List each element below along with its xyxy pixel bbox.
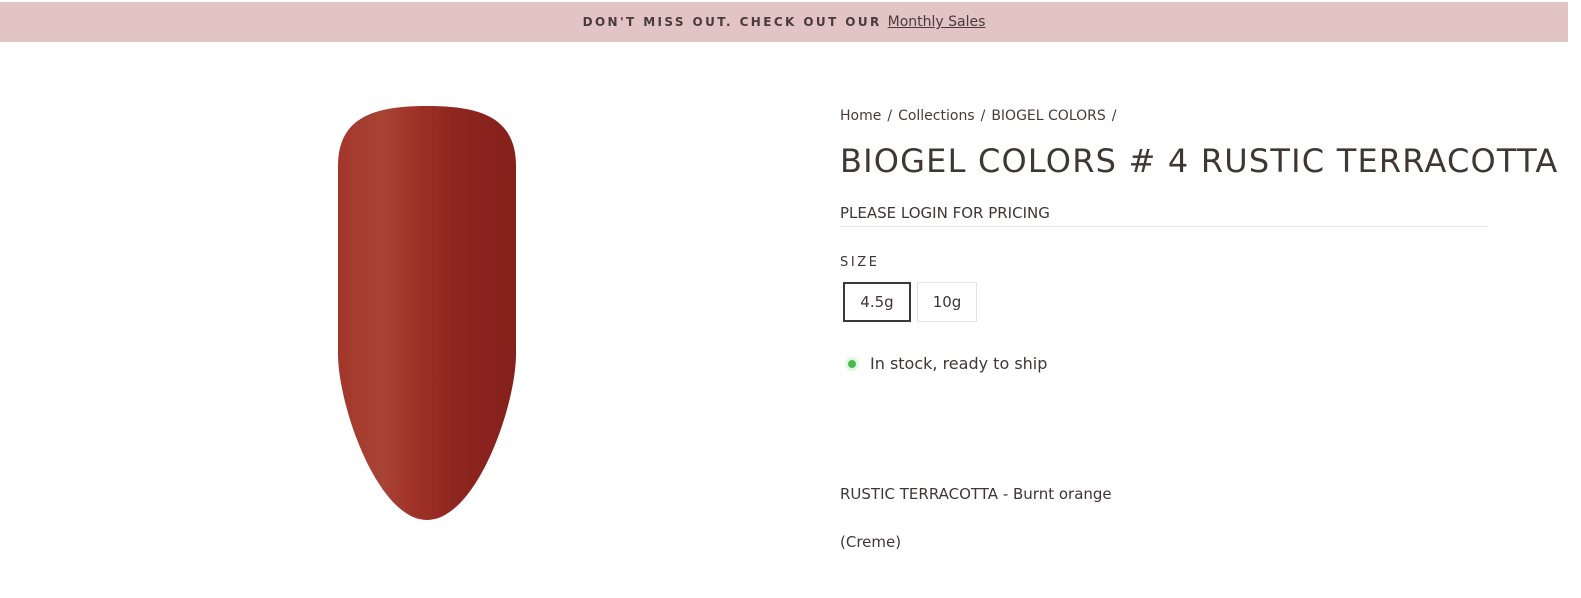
product-description: RUSTIC TERRACOTTA - Burnt orange	[840, 485, 1112, 503]
stock-text: In stock, ready to ship	[870, 354, 1048, 373]
size-options: 4.5g 10g	[840, 282, 1490, 322]
breadcrumb-separator: /	[887, 108, 893, 124]
breadcrumb-separator: /	[1111, 108, 1117, 124]
size-label: SIZE	[840, 255, 880, 270]
login-pricing-notice: PLEASE LOGIN FOR PRICING	[840, 204, 1488, 227]
breadcrumb-collections[interactable]: Collections	[898, 108, 975, 124]
monthly-sales-link[interactable]: Monthly Sales	[888, 14, 986, 30]
product-title: BIOGEL COLORS # 4 RUSTIC TERRACOTTA	[840, 142, 1559, 180]
announcement-bar: DON'T MISS OUT. CHECK OUT OUR Monthly Sa…	[0, 2, 1568, 42]
size-option-10g[interactable]: 10g	[917, 282, 977, 322]
product-finish: (Creme)	[840, 533, 902, 551]
breadcrumb: Home / Collections / BIOGEL COLORS /	[840, 104, 1490, 128]
breadcrumb-separator: /	[980, 108, 986, 124]
stock-status: In stock, ready to ship	[840, 354, 1490, 373]
size-option-4-5g[interactable]: 4.5g	[843, 282, 911, 322]
nail-swatch-image	[338, 106, 516, 520]
stock-indicator-icon	[848, 359, 856, 368]
product-info: Home / Collections / BIOGEL COLORS / BIO…	[840, 104, 1559, 551]
breadcrumb-biogel-colors[interactable]: BIOGEL COLORS	[991, 108, 1105, 124]
breadcrumb-home[interactable]: Home	[840, 108, 881, 124]
announcement-text: DON'T MISS OUT. CHECK OUT OUR	[582, 15, 882, 29]
